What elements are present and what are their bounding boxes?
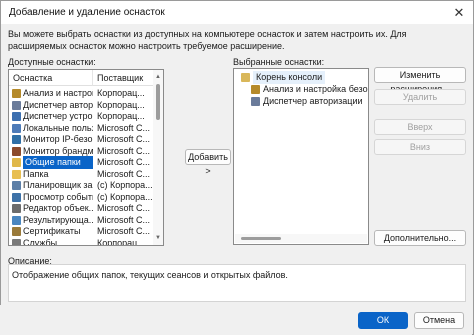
ip-security-monitor-icon — [12, 135, 21, 144]
ok-button[interactable]: ОК — [358, 312, 408, 329]
snapin-vendor: Корпорац... — [97, 237, 145, 246]
list-item[interactable]: Службы Корпорац... — [9, 237, 159, 246]
authorization-manager-icon — [12, 100, 21, 110]
horizontal-scroll-thumb[interactable] — [241, 237, 281, 240]
snapin-name: Службы — [23, 237, 58, 246]
selected-snapins-tree[interactable]: Корень консоли Анализ и настройка безопа… — [233, 68, 369, 245]
event-viewer-icon — [12, 192, 21, 202]
device-manager-icon — [12, 112, 21, 121]
console-root-folder-icon — [241, 73, 250, 82]
security-analysis-icon — [251, 85, 260, 94]
object-editor-icon — [12, 204, 21, 213]
intro-text: Вы можете выбрать оснастки из доступных … — [8, 28, 468, 52]
available-snapins-label: Доступные оснастки: — [8, 57, 96, 67]
advanced-button[interactable]: Дополнительно... — [374, 230, 466, 246]
folder-icon — [12, 169, 21, 179]
shared-folders-icon — [12, 158, 21, 167]
selected-snapins-label: Выбранные оснастки: — [233, 57, 325, 67]
window-title: Добавление и удаление оснасток — [9, 7, 165, 18]
scroll-up-arrow-icon[interactable]: ▲ — [153, 72, 163, 82]
column-header-vendor[interactable]: Поставщик — [93, 70, 159, 86]
add-button[interactable]: Добавить > — [185, 149, 231, 176]
scroll-thumb[interactable] — [156, 84, 160, 120]
scroll-down-arrow-icon[interactable]: ▼ — [153, 233, 163, 243]
security-analysis-icon — [12, 89, 21, 98]
task-scheduler-icon — [12, 181, 21, 190]
move-down-button[interactable]: Вниз — [374, 139, 466, 155]
services-icon — [12, 238, 21, 245]
firewall-monitor-icon — [12, 146, 21, 156]
dialog-footer: ОК Отмена — [0, 305, 472, 335]
local-users-icon — [12, 123, 21, 133]
description-text: Отображение общих папок, текущих сеансов… — [12, 270, 288, 280]
list-scrollbar[interactable]: ▲ ▼ — [153, 70, 163, 245]
title-bar: Добавление и удаление оснасток ✕ — [0, 0, 474, 24]
rsop-icon — [12, 215, 21, 225]
certificates-icon — [12, 227, 21, 236]
description-box: Отображение общих папок, текущих сеансов… — [8, 264, 466, 302]
move-up-button[interactable]: Вверх — [374, 119, 466, 135]
horizontal-scrollbar[interactable] — [235, 234, 367, 243]
authorization-manager-icon — [251, 97, 260, 106]
remove-button[interactable]: Удалить — [374, 89, 466, 105]
tree-item-label: Диспетчер авторизации — [263, 96, 363, 106]
edit-extensions-button[interactable]: Изменить расширения... — [374, 67, 466, 94]
cancel-button[interactable]: Отмена — [414, 312, 464, 329]
close-icon[interactable]: ✕ — [451, 5, 467, 21]
intro-line-2: расширяемых оснасток можно настроить тре… — [8, 41, 285, 51]
column-header-snapin[interactable]: Оснастка — [9, 70, 93, 86]
available-snapins-list[interactable]: Оснастка Поставщик Анализ и настройка...… — [8, 69, 164, 246]
intro-line-1: Вы можете выбрать оснастки из доступных … — [8, 29, 407, 39]
